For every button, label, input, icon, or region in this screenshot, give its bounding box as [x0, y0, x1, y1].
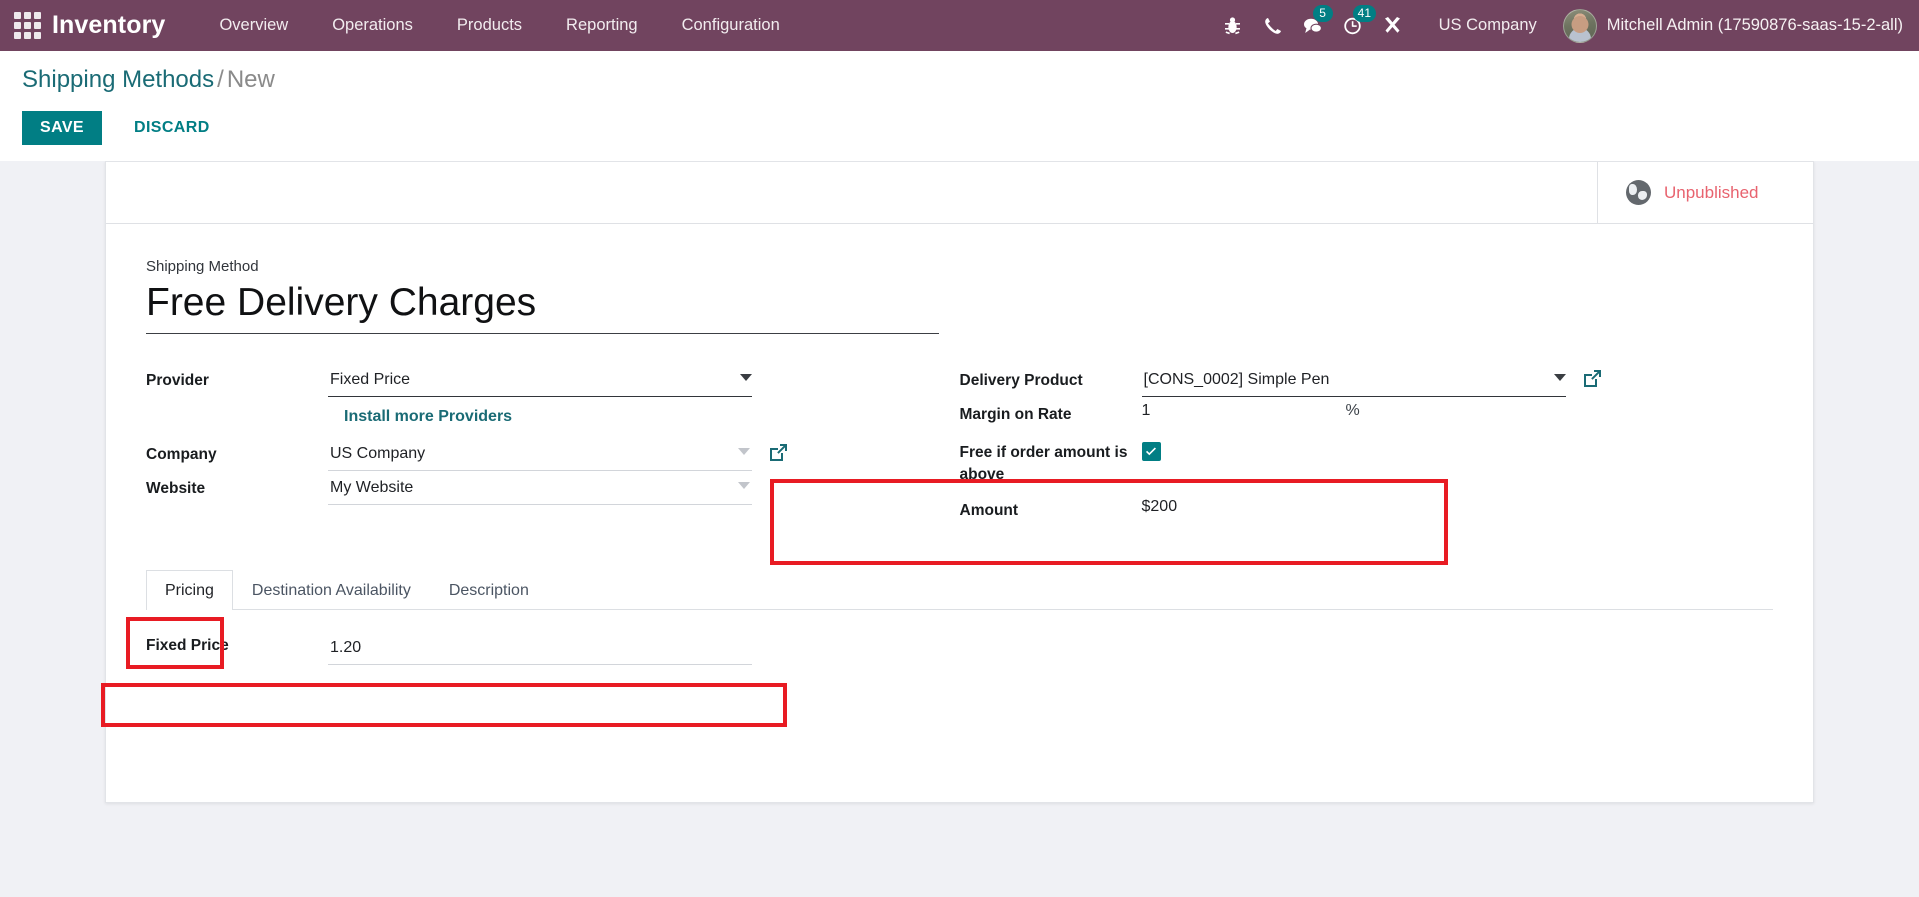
delivery-product-label: Delivery Product: [959, 372, 1083, 389]
messages-badge: 5: [1312, 5, 1333, 22]
provider-label: Provider: [146, 372, 209, 389]
status-badge: Unpublished: [1664, 182, 1759, 202]
chevron-down-icon[interactable]: [738, 448, 750, 455]
provider-select[interactable]: Fixed Price: [328, 364, 752, 397]
field-row-amount: Amount $200: [960, 494, 1774, 528]
title-block: Shipping Method Free Delivery Charges: [146, 258, 1773, 334]
provider-field: Fixed Price: [328, 364, 960, 397]
chevron-down-icon[interactable]: [1553, 374, 1566, 381]
margin-on-rate-field: 1 %: [1142, 398, 1774, 424]
user-menu[interactable]: Mitchell Admin (17590876-saas-15-2-all): [1555, 8, 1903, 43]
tab-description[interactable]: Description: [430, 570, 548, 610]
field-row-fixed-price: Fixed Price 1.20: [146, 632, 1773, 665]
avatar: [1562, 8, 1597, 43]
field-row-free-if-above: Free if order amount is above: [960, 436, 1774, 486]
breadcrumb-current: New: [226, 66, 275, 93]
apps-grid-icon[interactable]: [10, 9, 44, 43]
shipping-method-name-input[interactable]: Free Delivery Charges: [146, 279, 939, 334]
sheet-container: Unpublished Shipping Method Free Deliver…: [0, 161, 1919, 897]
field-row-margin-on-rate: Margin on Rate 1 %: [960, 398, 1774, 432]
company-external-link-icon[interactable]: [768, 442, 789, 463]
delivery-product-field: [CONS_0002] Simple Pen: [1141, 364, 1774, 397]
pricing-tab-pane: Fixed Price 1.20: [146, 610, 1773, 665]
company-field: US Company: [328, 438, 960, 471]
company-label: Company: [146, 446, 217, 463]
form-column-right: Delivery Product [CONS_0002] Simple Pen: [960, 364, 1774, 528]
activities-clock-icon[interactable]: 41: [1333, 0, 1376, 51]
menu-item-overview[interactable]: Overview: [197, 0, 310, 51]
form-action-buttons: SAVE DISCARD: [22, 111, 1897, 145]
fixed-price-input[interactable]: 1.20: [328, 632, 752, 665]
website-publish-toggle[interactable]: Unpublished: [1597, 162, 1813, 223]
free-if-above-checkbox[interactable]: [1141, 442, 1161, 461]
main-menu: Overview Operations Products Reporting C…: [197, 0, 801, 51]
field-row-delivery-product: Delivery Product [CONS_0002] Simple Pen: [960, 364, 1774, 398]
form-column-left: Provider Fixed Price Install more Provid…: [146, 364, 960, 528]
delivery-product-external-link-icon[interactable]: [1582, 368, 1603, 389]
percent-suffix: %: [1345, 402, 1360, 419]
highlight-box-fixed-price: [101, 683, 787, 727]
bug-icon[interactable]: [1213, 0, 1253, 51]
control-panel: Shipping Methods / New SAVE DISCARD: [0, 51, 1919, 161]
margin-on-rate-input[interactable]: 1: [1142, 398, 1346, 424]
breadcrumb: Shipping Methods / New: [22, 65, 1897, 95]
menu-item-reporting[interactable]: Reporting: [544, 0, 660, 51]
website-label: Website: [146, 480, 206, 497]
sheet-statusbar: Unpublished: [106, 162, 1813, 224]
free-if-order-amount-above-label: Free if order amount is above: [959, 444, 1128, 483]
breadcrumb-separator: /: [217, 66, 224, 93]
website-select[interactable]: My Website: [328, 472, 752, 505]
form-sheet: Unpublished Shipping Method Free Deliver…: [101, 161, 1814, 803]
fixed-price-field: 1.20: [328, 632, 752, 665]
breadcrumb-shipping-methods[interactable]: Shipping Methods: [22, 66, 214, 93]
amount-field: $200: [1142, 494, 1774, 520]
app-brand-inventory[interactable]: Inventory: [52, 11, 165, 40]
title-field-label: Shipping Method: [146, 258, 259, 275]
navbar-right-area: 5 41 US Company Mitchell Admin (17590876…: [1213, 0, 1903, 51]
menu-item-configuration[interactable]: Configuration: [660, 0, 802, 51]
amount-label: Amount: [959, 502, 1019, 519]
save-button[interactable]: SAVE: [22, 111, 102, 145]
user-name-label: Mitchell Admin (17590876-saas-15-2-all): [1606, 16, 1903, 34]
margin-on-rate-label: Margin on Rate: [959, 406, 1072, 423]
messages-icon[interactable]: 5: [1293, 0, 1333, 51]
field-row-provider: Provider Fixed Price: [146, 364, 960, 398]
website-field: My Website: [328, 472, 960, 505]
top-navbar: Inventory Overview Operations Products R…: [0, 0, 1919, 51]
notebook: Pricing Destination Availability Descrip…: [146, 570, 1773, 665]
install-more-providers-link[interactable]: Install more Providers: [328, 398, 512, 438]
install-providers-spacer: [146, 398, 328, 404]
tab-destination-availability[interactable]: Destination Availability: [233, 570, 430, 610]
sheet-body: Shipping Method Free Delivery Charges Pr…: [106, 224, 1813, 665]
form-fields-grid: Provider Fixed Price Install more Provid…: [146, 364, 1773, 528]
tab-pricing[interactable]: Pricing: [146, 570, 233, 610]
field-row-install-providers: Install more Providers: [146, 398, 960, 438]
delivery-product-select[interactable]: [CONS_0002] Simple Pen: [1141, 364, 1566, 397]
install-providers-field: Install more Providers: [328, 398, 960, 438]
chevron-down-icon[interactable]: [738, 482, 750, 489]
free-if-above-field: [1141, 436, 1774, 462]
amount-input[interactable]: $200: [1142, 494, 1774, 520]
field-row-website: Website My Website: [146, 472, 960, 506]
notebook-tabs: Pricing Destination Availability Descrip…: [146, 570, 1773, 610]
discard-button[interactable]: DISCARD: [116, 111, 228, 145]
globe-icon: [1626, 180, 1651, 205]
menu-item-products[interactable]: Products: [435, 0, 544, 51]
company-select[interactable]: US Company: [328, 438, 752, 471]
menu-item-operations[interactable]: Operations: [310, 0, 435, 51]
fixed-price-label: Fixed Price: [146, 637, 229, 654]
wrench-icon[interactable]: [1373, 0, 1413, 51]
company-switcher[interactable]: US Company: [1413, 16, 1555, 35]
chevron-down-icon[interactable]: [740, 374, 752, 381]
phone-icon[interactable]: [1253, 0, 1293, 51]
field-row-company: Company US Company: [146, 438, 960, 472]
